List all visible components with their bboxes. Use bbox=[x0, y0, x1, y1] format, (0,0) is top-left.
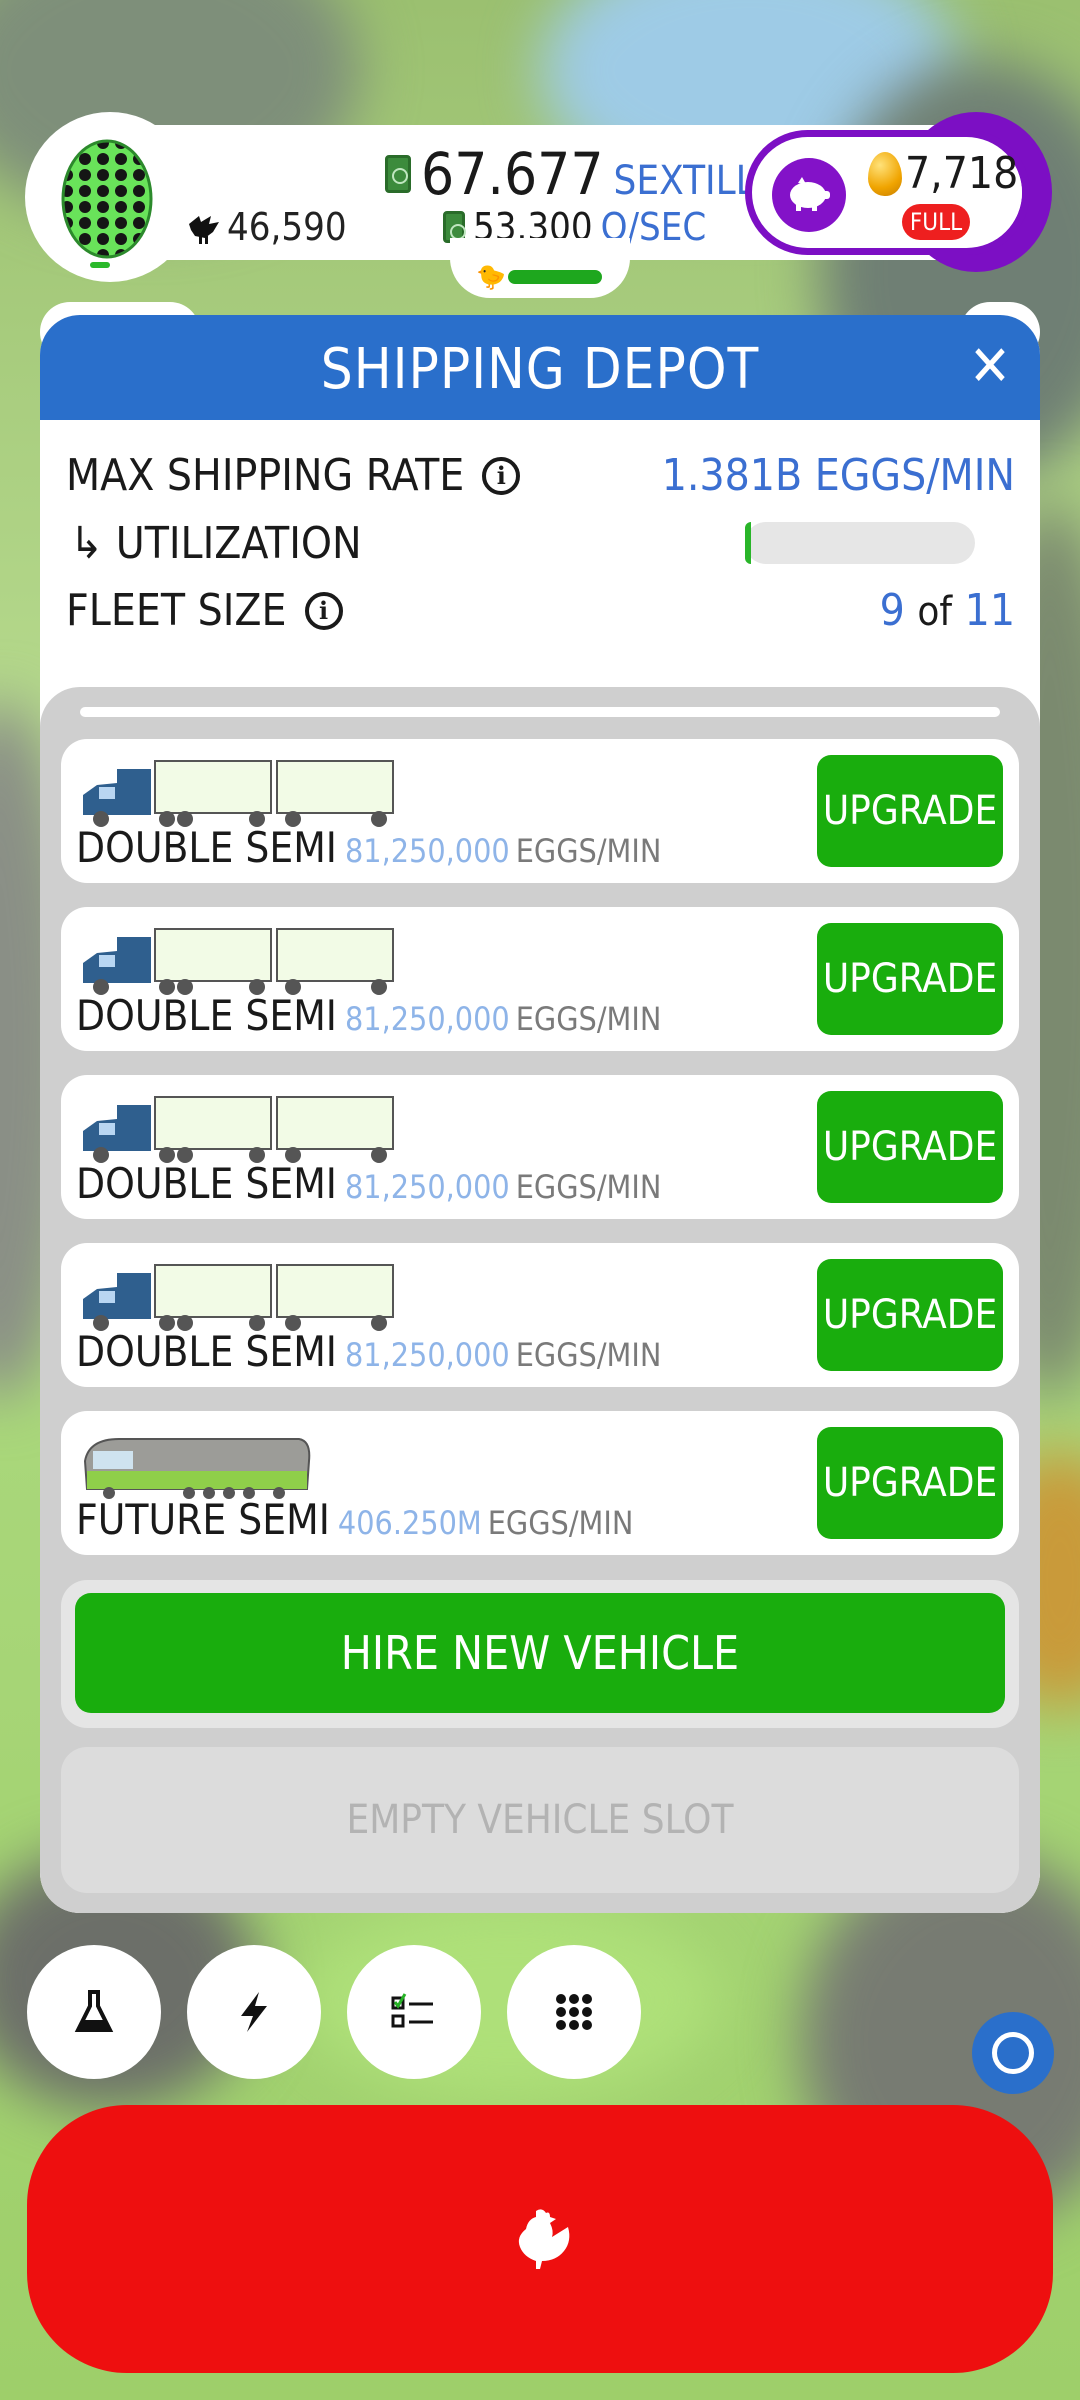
fleet-size-value: 9 of 11 bbox=[740, 585, 1015, 636]
max-shipping-rate-row: MAX SHIPPING RATE i bbox=[66, 450, 521, 501]
ring-button[interactable] bbox=[972, 2012, 1054, 2094]
chick-icon: 🐤 bbox=[476, 263, 506, 291]
boosts-button[interactable] bbox=[187, 1945, 321, 2079]
vehicle-rate: 81,250,000 bbox=[344, 1168, 510, 1206]
vehicle-name-line: DOUBLE SEMI 81,250,000 EGGS/MIN bbox=[76, 1159, 661, 1208]
vehicle-rate-unit: EGGS/MIN bbox=[515, 832, 662, 870]
grid-menu-icon bbox=[556, 1994, 592, 2030]
hatch-chicken-button[interactable] bbox=[27, 2105, 1053, 2373]
double-semi-truck-icon bbox=[83, 1264, 394, 1331]
menu-button[interactable] bbox=[507, 1945, 641, 2079]
egg-progress-indicator bbox=[90, 262, 110, 268]
bank-full-badge: FULL bbox=[902, 204, 970, 240]
golden-egg-count: 7,718 bbox=[905, 148, 1019, 199]
double-semi-truck-icon bbox=[83, 1096, 394, 1163]
empty-vehicle-slot: EMPTY VEHICLE SLOT bbox=[61, 1747, 1019, 1893]
chicken-count: 46,590 bbox=[185, 205, 347, 249]
vehicle-rate-unit: EGGS/MIN bbox=[487, 1504, 634, 1542]
egg-icon bbox=[61, 139, 153, 259]
vehicle-name-line: FUTURE SEMI 406.250M EGGS/MIN bbox=[76, 1495, 633, 1544]
flask-icon bbox=[74, 1990, 114, 2032]
research-button[interactable] bbox=[27, 1945, 161, 2079]
cash-icon bbox=[385, 155, 411, 193]
piggy-icon bbox=[790, 177, 830, 211]
checklist-icon bbox=[391, 1993, 433, 2028]
double-semi-truck-icon bbox=[83, 928, 394, 995]
vehicle-name: DOUBLE SEMI bbox=[76, 823, 337, 872]
panel-title: SHIPPING DEPOT bbox=[320, 337, 760, 402]
vehicle-name: DOUBLE SEMI bbox=[76, 991, 337, 1040]
vehicle-card: FUTURE SEMI 406.250M EGGS/MIN UPGRADE bbox=[61, 1411, 1019, 1555]
fleet-size-label: FLEET SIZE bbox=[66, 585, 287, 636]
future-semi-truck-icon bbox=[83, 1438, 311, 1499]
missions-button[interactable] bbox=[347, 1945, 481, 2079]
info-icon[interactable]: i bbox=[304, 591, 343, 630]
vehicle-rate: 81,250,000 bbox=[344, 832, 510, 870]
close-button[interactable]: ✕ bbox=[960, 337, 1020, 397]
list-scroll-edge bbox=[80, 707, 1000, 717]
vehicle-card: DOUBLE SEMI 81,250,000 EGGS/MIN UPGRADE bbox=[61, 907, 1019, 1051]
fleet-max: 11 bbox=[964, 585, 1015, 636]
vehicle-name-line: DOUBLE SEMI 81,250,000 EGGS/MIN bbox=[76, 1327, 661, 1376]
vehicle-card: DOUBLE SEMI 81,250,000 EGGS/MIN UPGRADE bbox=[61, 1243, 1019, 1387]
vehicle-name: FUTURE SEMI bbox=[76, 1495, 330, 1544]
info-icon[interactable]: i bbox=[482, 456, 521, 495]
vehicle-rate: 81,250,000 bbox=[344, 1336, 510, 1374]
vehicle-rate-unit: EGGS/MIN bbox=[515, 1336, 662, 1374]
upgrade-button[interactable]: UPGRADE bbox=[817, 1427, 1003, 1539]
chicken-count-value: 46,590 bbox=[227, 205, 347, 249]
chicken-icon bbox=[518, 2209, 570, 2269]
vehicle-rate: 81,250,000 bbox=[344, 1000, 510, 1038]
upgrade-button[interactable]: UPGRADE bbox=[817, 755, 1003, 867]
money-amount: 67.677 bbox=[421, 140, 604, 208]
upgrade-button[interactable]: UPGRADE bbox=[817, 1091, 1003, 1203]
chicken-icon bbox=[189, 216, 219, 244]
fleet-size-row: FLEET SIZE i bbox=[66, 585, 343, 636]
max-shipping-rate-value: 1.381B EGGS/MIN bbox=[661, 450, 1015, 501]
hire-new-vehicle-button[interactable]: HIRE NEW VEHICLE bbox=[75, 1593, 1005, 1713]
upgrade-button[interactable]: UPGRADE bbox=[817, 1259, 1003, 1371]
lightning-icon bbox=[241, 1992, 267, 2032]
fleet-of: of bbox=[917, 589, 953, 635]
double-semi-truck-icon bbox=[83, 760, 394, 827]
habitat-capacity-bar bbox=[508, 270, 602, 284]
shipping-depot-panel: SHIPPING DEPOT ✕ MAX SHIPPING RATE i 1.3… bbox=[40, 315, 1040, 1913]
piggy-bank-button[interactable] bbox=[772, 158, 846, 232]
max-shipping-rate-label: MAX SHIPPING RATE bbox=[66, 450, 465, 501]
vehicle-card: DOUBLE SEMI 81,250,000 EGGS/MIN UPGRADE bbox=[61, 1075, 1019, 1219]
utilization-label: ↳ UTILIZATION bbox=[70, 518, 362, 569]
vehicle-name-line: DOUBLE SEMI 81,250,000 EGGS/MIN bbox=[76, 991, 661, 1040]
vehicle-card: DOUBLE SEMI 81,250,000 EGGS/MIN UPGRADE bbox=[61, 739, 1019, 883]
vehicle-name-line: DOUBLE SEMI 81,250,000 EGGS/MIN bbox=[76, 823, 661, 872]
utilization-bar bbox=[745, 522, 975, 564]
vehicle-name: DOUBLE SEMI bbox=[76, 1327, 337, 1376]
vehicle-name: DOUBLE SEMI bbox=[76, 1159, 337, 1208]
fleet-count: 9 bbox=[879, 585, 905, 636]
upgrade-button[interactable]: UPGRADE bbox=[817, 923, 1003, 1035]
vehicle-rate: 406.250M bbox=[337, 1504, 482, 1542]
golden-egg-icon bbox=[868, 152, 902, 196]
ring-icon bbox=[992, 2032, 1034, 2074]
vehicle-rate-unit: EGGS/MIN bbox=[515, 1000, 662, 1038]
vehicle-rate-unit: EGGS/MIN bbox=[515, 1168, 662, 1206]
utilization-bar-fill bbox=[745, 522, 751, 564]
